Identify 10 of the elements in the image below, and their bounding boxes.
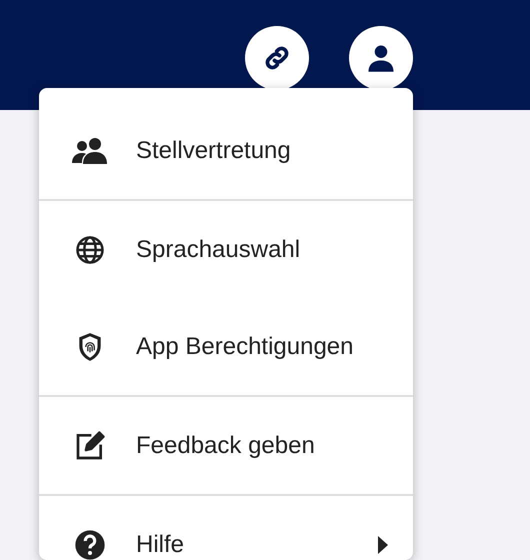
user-icon: [366, 43, 396, 73]
shield-fingerprint-icon: [77, 332, 103, 362]
menu-item[interactable]: Feedback geben: [39, 397, 413, 494]
menu-item[interactable]: Hilfe: [39, 496, 413, 560]
edit-icon: [74, 430, 106, 462]
menu-item[interactable]: Stellvertretung: [39, 102, 413, 199]
globe-icon: [75, 234, 105, 264]
menu-item[interactable]: Sprachauswahl: [39, 201, 413, 298]
people-icon: [71, 136, 109, 164]
menu-item[interactable]: App Berechtigungen: [39, 298, 413, 395]
